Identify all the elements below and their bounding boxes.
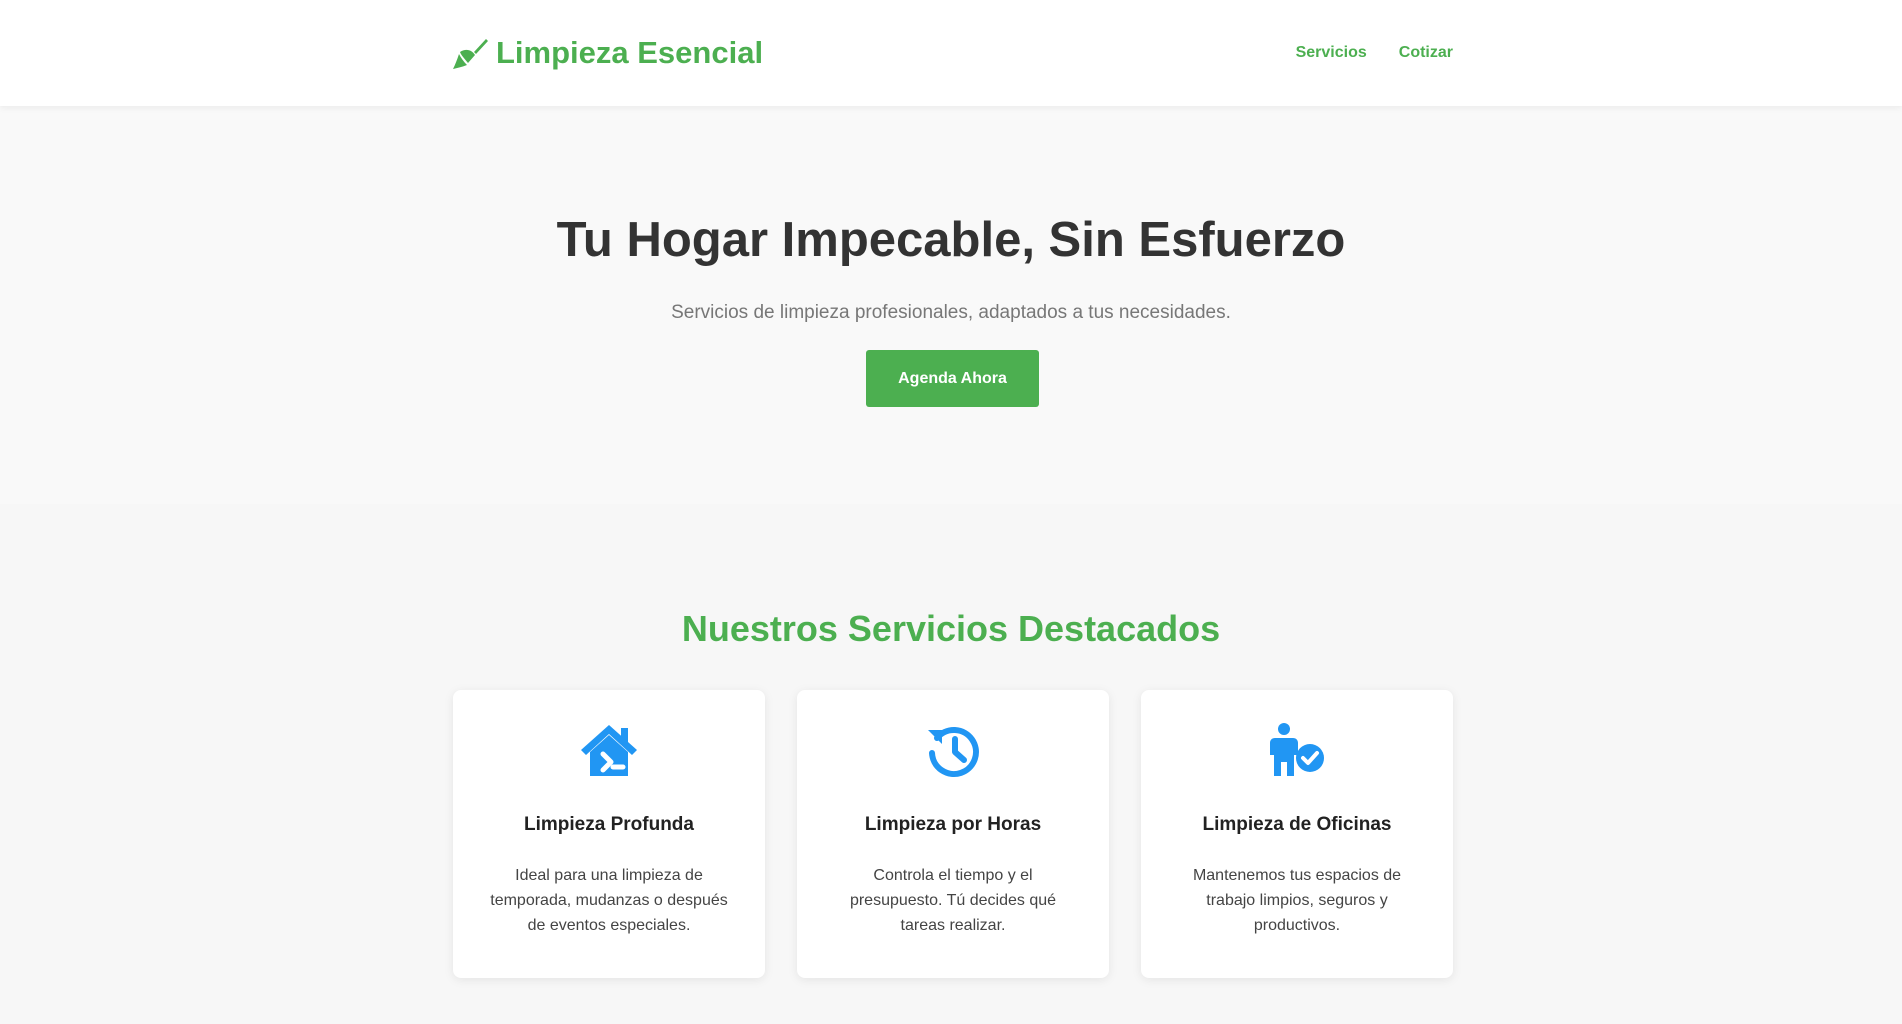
service-cards: Limpieza Profunda Ideal para una limpiez… [453,690,1453,978]
service-card-title: Limpieza por Horas [864,814,1042,835]
person-check-icon [1267,722,1327,778]
nav-link-cotizar[interactable]: Cotizar [1399,44,1453,62]
site-header: Limpieza Esencial Servicios Cotizar [0,0,1902,106]
main-nav: Servicios Cotizar [1264,44,1453,62]
hero-subtitle: Servicios de limpieza profesionales, ada… [671,302,1231,323]
service-card-description: Controla el tiempo y el presupuesto. Tú … [849,867,1057,934]
brand-logo-link[interactable]: Limpieza Esencial [452,35,763,71]
service-card-description: Ideal para una limpieza de temporada, mu… [490,867,728,934]
service-card-limpieza-de-oficinas: Limpieza de Oficinas Mantenemos tus espa… [1141,690,1453,978]
service-card-limpieza-profunda: Limpieza Profunda Ideal para una limpiez… [453,690,765,978]
header-container: Limpieza Esencial Servicios Cotizar [452,0,1453,106]
agenda-ahora-button[interactable]: Agenda Ahora [866,350,1039,407]
broom-icon [452,36,488,70]
hero-section: Tu Hogar Impecable, Sin Esfuerzo Servici… [0,106,1902,504]
nav-link-servicios[interactable]: Servicios [1296,44,1367,62]
service-card-title: Limpieza Profunda [524,814,694,835]
house-icon [579,722,639,778]
service-card-limpieza-por-horas: Limpieza por Horas Controla el tiempo y … [797,690,1109,978]
service-card-title: Limpieza de Oficinas [1202,814,1392,835]
services-title: Nuestros Servicios Destacados [681,608,1221,649]
clock-history-icon [923,722,983,778]
hero-title: Tu Hogar Impecable, Sin Esfuerzo [556,213,1346,267]
brand-name: Limpieza Esencial [496,35,764,70]
service-card-description: Mantenemos tus espacios de trabajo limpi… [1192,867,1402,934]
services-section: Nuestros Servicios Destacados Limpieza P… [0,504,1902,1024]
